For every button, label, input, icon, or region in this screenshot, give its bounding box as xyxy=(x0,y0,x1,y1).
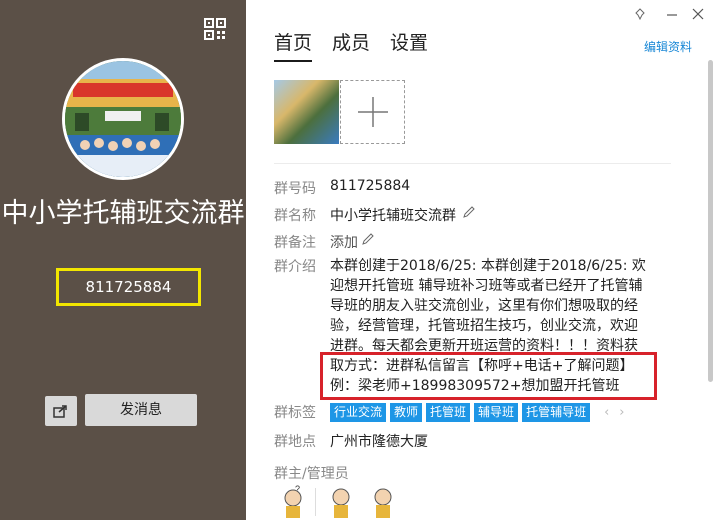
edit-profile-link[interactable]: 编辑资料 xyxy=(644,38,692,55)
intro-highlight-box xyxy=(320,352,657,400)
intro-line: 验，经营管理，托管班招生技巧，创业交流，欢迎 xyxy=(330,318,638,334)
group-remark-add[interactable]: 添加 xyxy=(330,232,358,252)
group-intro-label: 群介绍 xyxy=(274,259,316,275)
left-panel: 中小学托辅班交流群 811725884 发消息 xyxy=(0,0,246,520)
group-number-row: 群号码 811725884 xyxy=(274,178,410,198)
add-photo-button[interactable] xyxy=(340,80,405,144)
tag-chip[interactable]: 教师 xyxy=(390,402,423,422)
tab-home[interactable]: 首页 xyxy=(274,28,313,62)
tab-settings[interactable]: 设置 xyxy=(390,28,428,62)
group-remark-row: 群备注 添加 xyxy=(274,232,375,252)
right-panel: 首页 成员 设置 编辑资料 群号码 811725884 群名称 中小学托辅班交流… xyxy=(246,0,716,520)
admin-avatar[interactable]: ? xyxy=(278,484,308,518)
intro-line: 导班的朋友入驻交流创业，这里有你们想吸取的经 xyxy=(330,298,638,314)
tag-chip[interactable]: 托管班 xyxy=(426,402,471,422)
admin-divider xyxy=(315,488,316,516)
group-number-value: 811725884 xyxy=(330,178,411,194)
group-admins-row: 群主/管理员 xyxy=(274,463,349,483)
group-id-highlight: 811725884 xyxy=(56,268,201,306)
group-name-row: 群名称 中小学托辅班交流群 xyxy=(274,205,476,225)
remark-pencil-icon[interactable] xyxy=(361,232,375,252)
group-location-row: 群地点 广州市隆德大厦 xyxy=(274,431,428,451)
group-name-value: 中小学托辅班交流群 xyxy=(330,208,456,224)
group-intro-row: 群介绍 xyxy=(274,256,330,276)
share-icon xyxy=(53,405,67,418)
tag-chip[interactable]: 行业交流 xyxy=(330,402,387,422)
group-tags-label: 群标签 xyxy=(274,405,316,421)
tab-bar: 首页 成员 设置 xyxy=(274,28,428,62)
admin-avatar[interactable] xyxy=(326,484,356,518)
group-tags-row: 群标签 行业交流 教师 托管班 辅导班 托管辅导班 ‹ › xyxy=(274,402,624,422)
share-button[interactable] xyxy=(45,396,77,426)
intro-line: 本群创建于2018/6/25: 本群创建于2018/6/25: 欢 xyxy=(330,258,646,274)
qr-code-icon[interactable] xyxy=(204,18,226,40)
tag-chip[interactable]: 托管辅导班 xyxy=(522,402,591,422)
group-admins-label: 群主/管理员 xyxy=(274,466,349,482)
intro-line: 迎想开托管班 辅导班补习班等或者已经开了托管辅 xyxy=(330,278,643,294)
group-remark-label: 群备注 xyxy=(274,235,316,251)
tag-chip[interactable]: 辅导班 xyxy=(474,402,519,422)
group-id-text: 811725884 xyxy=(85,278,172,296)
group-avatar[interactable] xyxy=(62,58,184,180)
group-location-value: 广州市隆德大厦 xyxy=(330,434,428,450)
tab-members[interactable]: 成员 xyxy=(332,28,370,62)
group-name-label: 群名称 xyxy=(274,208,316,224)
edit-pencil-icon[interactable] xyxy=(462,205,476,225)
group-name-title: 中小学托辅班交流群 xyxy=(1,198,245,229)
group-location-label: 群地点 xyxy=(274,434,316,450)
group-number-label: 群号码 xyxy=(274,181,316,197)
admin-avatar[interactable] xyxy=(368,484,398,518)
pin-icon[interactable] xyxy=(634,8,646,24)
tags-prev-icon[interactable]: ‹ xyxy=(604,405,609,420)
plus-icon xyxy=(357,97,388,127)
tags-next-icon[interactable]: › xyxy=(619,405,624,420)
minimize-icon[interactable] xyxy=(666,8,678,24)
close-icon[interactable] xyxy=(692,8,704,24)
scrollbar-thumb[interactable] xyxy=(708,60,713,382)
group-photo-thumbnail[interactable] xyxy=(274,80,339,144)
section-divider xyxy=(274,163,671,164)
send-message-button[interactable]: 发消息 xyxy=(85,394,197,426)
group-profile-window: 中小学托辅班交流群 811725884 发消息 首页 成员 设置 编辑资料 群号… xyxy=(0,0,716,520)
